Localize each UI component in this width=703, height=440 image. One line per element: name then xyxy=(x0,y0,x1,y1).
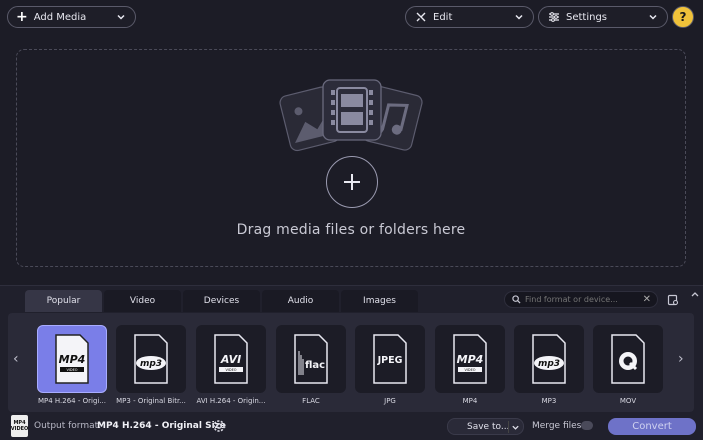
tab-label: Video xyxy=(129,296,156,306)
add-files-button[interactable] xyxy=(326,156,378,208)
output-format-icon-text: MP4 VIDEO xyxy=(10,420,29,432)
format-label: MP4 xyxy=(462,397,478,405)
svg-text:flac: flac xyxy=(305,360,325,371)
mp4-video-icon: MP4 VIDEO xyxy=(55,334,89,384)
device-detect-icon[interactable] xyxy=(667,294,679,306)
format-tile-jpg[interactable]: JPEG xyxy=(355,325,425,393)
tab-video[interactable]: Video xyxy=(104,290,181,312)
tab-label: Devices xyxy=(203,296,240,306)
svg-text:AVI: AVI xyxy=(220,353,241,366)
format-label: MP4 H.264 - Origi... xyxy=(37,397,107,405)
help-button[interactable]: ? xyxy=(672,6,694,28)
output-format-value: MP4 H.264 - Original Size xyxy=(97,421,226,431)
format-tile-flac[interactable]: flac xyxy=(276,325,346,393)
edit-label: Edit xyxy=(433,11,453,23)
merge-files-label: Merge files: xyxy=(532,421,585,431)
add-media-button[interactable]: + Add Media xyxy=(7,6,136,28)
drop-zone[interactable]: Drag media files or folders here xyxy=(16,49,686,267)
tab-audio[interactable]: Audio xyxy=(262,290,339,312)
tab-images[interactable]: Images xyxy=(341,290,418,312)
chevron-down-icon xyxy=(515,14,523,20)
collapse-panel-icon[interactable] xyxy=(690,290,700,298)
format-label: MOV xyxy=(619,397,637,405)
svg-text:MP4: MP4 xyxy=(59,353,86,366)
chevron-down-icon[interactable] xyxy=(511,423,520,432)
format-label: JPG xyxy=(384,397,396,405)
format-label: MP3 - Original Bitr... xyxy=(116,397,186,405)
tab-devices[interactable]: Devices xyxy=(183,290,260,312)
edit-button[interactable]: Edit xyxy=(405,6,534,28)
svg-text:VIDEO: VIDEO xyxy=(225,368,236,372)
settings-button[interactable]: Settings xyxy=(538,6,668,28)
svg-text:VIDEO: VIDEO xyxy=(464,368,475,372)
merge-files-toggle[interactable] xyxy=(581,421,593,430)
format-tile-mp3[interactable]: mp3 xyxy=(514,325,584,393)
chevron-down-icon xyxy=(117,14,125,20)
convert-label: Convert xyxy=(632,421,672,432)
format-label: AVI H.264 - Origin... xyxy=(196,397,266,405)
divider xyxy=(508,421,509,433)
clear-search-icon[interactable]: ✕ xyxy=(643,294,651,305)
format-tile-mp4-h264[interactable]: MP4 VIDEO xyxy=(37,325,107,393)
convert-button[interactable]: Convert xyxy=(608,418,696,435)
gear-icon[interactable] xyxy=(211,418,227,434)
avi-video-icon: AVI VIDEO xyxy=(214,334,248,384)
plus-icon: + xyxy=(16,9,28,25)
chevron-down-icon xyxy=(649,14,657,20)
search-input[interactable] xyxy=(525,295,635,304)
media-files-icon xyxy=(279,79,423,152)
tab-popular[interactable]: Popular xyxy=(25,290,102,312)
mp3-icon: mp3 xyxy=(134,334,168,384)
svg-text:JPEG: JPEG xyxy=(377,355,403,366)
sliders-icon xyxy=(549,12,559,22)
help-label: ? xyxy=(679,10,687,24)
format-tile-avi-h264[interactable]: AVI VIDEO xyxy=(196,325,266,393)
jpeg-icon: JPEG xyxy=(373,334,407,384)
format-label: MP3 xyxy=(541,397,557,405)
tab-label: Popular xyxy=(46,296,81,306)
format-tile-mp4[interactable]: MP4 VIDEO xyxy=(435,325,505,393)
flac-icon: flac xyxy=(294,334,328,384)
tools-icon xyxy=(416,12,426,22)
format-label: FLAC xyxy=(302,397,320,405)
format-tile-mov[interactable] xyxy=(593,325,663,393)
output-format-label: Output format: xyxy=(34,421,102,431)
search-icon xyxy=(512,295,521,304)
output-format-icon: MP4 VIDEO xyxy=(11,415,28,437)
mp4-video-icon: MP4 VIDEO xyxy=(453,334,487,384)
svg-text:VIDEO: VIDEO xyxy=(66,368,77,372)
svg-text:mp3: mp3 xyxy=(140,359,162,369)
chevron-left-icon[interactable]: ‹ xyxy=(13,351,19,367)
drop-zone-text: Drag media files or folders here xyxy=(236,222,466,238)
add-media-label: Add Media xyxy=(33,11,87,23)
settings-label: Settings xyxy=(566,11,608,23)
format-gallery: ‹ › MP4 VIDEO mp3 AVI VIDEO flac JPEG MP4 V… xyxy=(8,313,694,412)
svg-text:MP4: MP4 xyxy=(457,353,484,366)
tab-label: Audio xyxy=(287,296,314,306)
quicktime-icon xyxy=(611,334,645,384)
format-search: ✕ xyxy=(504,291,658,308)
chevron-right-icon[interactable]: › xyxy=(678,351,684,367)
format-tile-mp3-original[interactable]: mp3 xyxy=(116,325,186,393)
tab-label: Images xyxy=(363,296,396,306)
format-panel: Popular Video Devices Audio Images ✕ ‹ ›… xyxy=(0,285,703,440)
plus-icon xyxy=(344,174,360,190)
save-to-label: Save to... xyxy=(467,421,510,432)
svg-text:mp3: mp3 xyxy=(538,359,560,369)
mp3-icon: mp3 xyxy=(532,334,566,384)
save-to-button[interactable]: Save to... xyxy=(447,418,524,435)
